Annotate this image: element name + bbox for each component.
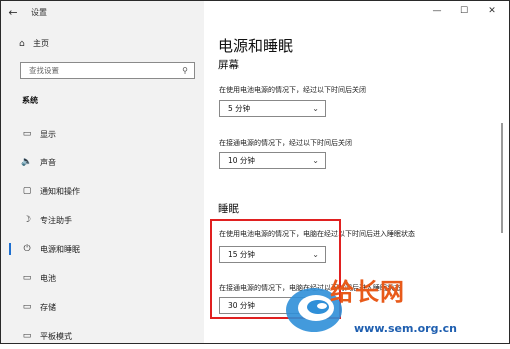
scrollbar[interactable] [501,123,503,233]
watermark-text: 给长网 [330,277,405,306]
sidebar-item-storage[interactable]: ▭ 存储 [1,294,204,320]
sidebar-item-label: 电源和睡眠 [40,244,80,254]
section-heading-system: 系统 [22,96,38,105]
search-box[interactable]: 查找设置 ⚲ [20,62,195,79]
sidebar-item-tablet-mode[interactable]: ▭ 平板模式 [1,323,204,349]
watermark: 给长网 www.sem.org.cn [282,270,510,342]
page-title: 电源和睡眠 [218,37,294,55]
search-icon[interactable]: ⚲ [182,66,188,75]
dropdown-value: 10 分钟 [228,156,255,165]
power-icon: ⏻ [23,244,31,254]
sidebar-item-label: 专注助手 [40,215,72,225]
sidebar-item-battery[interactable]: ▭ 电池 [1,265,204,291]
battery-icon: ▭ [22,273,32,283]
watermark-url: www.sem.org.cn [354,322,457,335]
maximize-button[interactable]: ☐ [454,3,474,19]
sidebar-item-label: 通知和操作 [40,186,80,196]
screen-plugged-dropdown[interactable]: 10 分钟 ⌄ [219,152,326,169]
sidebar-item-label: 平板模式 [40,331,72,341]
notification-icon: ▢ [22,186,32,196]
moon-icon: ☽ [22,215,32,225]
sidebar: ← 设置 ⌂ 主页 查找设置 ⚲ 系统 ▭ 显示 🔈 声音 ▢ 通知和操作 ☽ … [1,1,204,343]
monitor-icon: ▭ [22,129,32,139]
title-bar: ← 设置 [1,1,204,23]
screen-battery-dropdown[interactable]: 5 分钟 ⌄ [219,100,326,117]
dropdown-value: 5 分钟 [228,104,251,113]
window-title: 设置 [31,7,47,17]
sidebar-item-label: 存储 [40,302,56,312]
sidebar-item-label: 声音 [40,157,56,167]
chevron-down-icon: ⌄ [312,104,319,113]
home-icon: ⌂ [19,38,25,49]
screen-plugged-label: 在接通电源的情况下，经过以下时间后关闭 [219,139,352,147]
storage-icon: ▭ [22,302,32,312]
sidebar-item-power-sleep[interactable]: ⏻ 电源和睡眠 [1,236,204,262]
sidebar-item-label: 显示 [40,129,56,139]
sidebar-item-label: 电池 [40,273,56,283]
home-label: 主页 [33,39,49,48]
screen-battery-label: 在使用电池电源的情况下，经过以下时间后关闭 [219,86,366,94]
sidebar-item-focus-assist[interactable]: ☽ 专注助手 [1,207,204,233]
sidebar-item-display[interactable]: ▭ 显示 [1,121,204,147]
minimize-button[interactable]: — [427,3,447,19]
close-button[interactable]: ✕ [482,3,502,19]
sidebar-item-notifications[interactable]: ▢ 通知和操作 [1,178,204,204]
screen-heading: 屏幕 [218,59,239,71]
sidebar-item-sound[interactable]: 🔈 声音 [1,149,204,175]
speaker-icon: 🔈 [21,157,33,167]
sleep-heading: 睡眠 [218,203,239,215]
chevron-down-icon: ⌄ [312,156,319,165]
tablet-icon: ▭ [22,331,32,341]
search-placeholder[interactable]: 查找设置 [29,65,59,76]
back-arrow-icon[interactable]: ← [1,1,25,23]
sidebar-item-home[interactable]: ⌂ 主页 [19,38,49,49]
